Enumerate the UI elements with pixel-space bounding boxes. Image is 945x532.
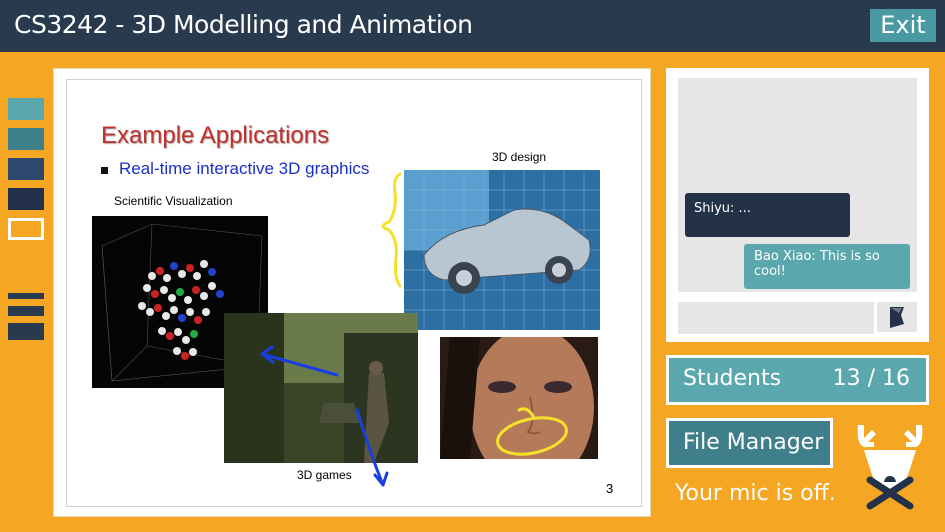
chat-message-sent: Bao Xiao: This is so cool! <box>744 244 910 289</box>
color-swatch-selected[interactable] <box>8 218 44 240</box>
slide-panel: Example Applications Real-time interacti… <box>53 68 651 517</box>
color-swatch-navy[interactable] <box>8 188 44 210</box>
students-label: Students <box>683 366 782 391</box>
top-bar: CS3242 - 3D Modelling and Animation Exit <box>0 0 945 52</box>
bullet-marker <box>101 167 108 174</box>
label-3d-design: 3D design <box>492 150 547 164</box>
color-swatch-teal-light[interactable] <box>8 98 44 120</box>
mic-status-text: Your mic is off. <box>675 481 836 506</box>
chat-messages: Shiyu: ... Bao Xiao: This is so cool! <box>678 78 917 292</box>
hamburger-menu-icon[interactable] <box>8 293 44 343</box>
color-swatch-blue[interactable] <box>8 158 44 180</box>
send-button[interactable] <box>877 302 917 332</box>
file-manager-button[interactable]: File Manager <box>666 418 833 468</box>
car-wireframe-image <box>404 170 600 330</box>
presentation-slide: Example Applications Real-time interacti… <box>66 79 642 507</box>
label-3d-games: 3D games <box>297 468 352 482</box>
chat-message-received: Shiyu: ... <box>685 193 850 237</box>
chat-panel: Shiyu: ... Bao Xiao: This is so cool! <box>666 68 929 342</box>
deer-mascot-mic-muted-icon[interactable] <box>850 420 930 515</box>
send-icon <box>890 307 904 328</box>
students-count: 13 / 16 <box>832 366 910 391</box>
students-button[interactable]: Students 13 / 16 <box>666 355 929 405</box>
rendered-face-image <box>440 337 598 459</box>
color-swatch-teal-dark[interactable] <box>8 128 44 150</box>
game-screenshot-image <box>224 313 418 463</box>
course-title: CS3242 - 3D Modelling and Animation <box>14 10 473 39</box>
exit-button[interactable]: Exit <box>870 9 936 42</box>
slide-heading: Example Applications <box>101 122 330 149</box>
slide-page-number: 3 <box>606 481 614 496</box>
chat-input[interactable] <box>678 302 874 334</box>
slide-bullet: Real-time interactive 3D graphics <box>119 159 370 178</box>
label-scientific-visualization: Scientific Visualization <box>114 194 233 208</box>
